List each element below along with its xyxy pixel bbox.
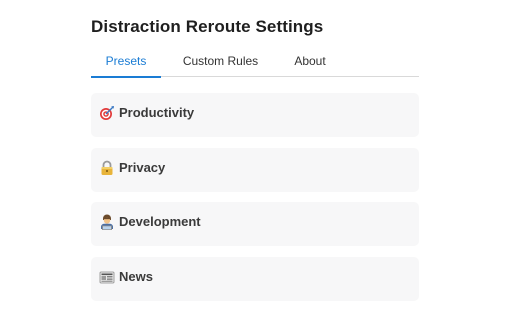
preset-label: News (119, 268, 153, 284)
preset-card-productivity[interactable]: Productivity (91, 93, 419, 137)
tab-custom-rules-label: Custom Rules (182, 54, 259, 68)
tab-presets-label: Presets (105, 54, 147, 68)
settings-panel: Distraction Reroute Settings Presets Cus… (91, 0, 419, 311)
technologist-icon (99, 214, 115, 230)
preset-card-development[interactable]: Development (91, 202, 419, 246)
tab-presets[interactable]: Presets (91, 54, 161, 78)
preset-label: Development (119, 214, 201, 229)
preset-card-privacy[interactable]: Privacy (91, 147, 419, 192)
page-title: Distraction Reroute Settings (91, 17, 324, 36)
tab-bar: Presets Custom Rules About (91, 54, 419, 78)
preset-label: Privacy (119, 159, 166, 175)
preset-card-news[interactable]: News (91, 256, 419, 301)
tab-about[interactable]: About (280, 54, 340, 76)
lock-icon (99, 160, 115, 176)
preset-label: Productivity (119, 105, 195, 120)
newspaper-icon (99, 269, 115, 285)
preset-list: Productivity Privacy Development News (91, 93, 419, 301)
tab-about-label: About (294, 54, 326, 68)
tab-custom-rules[interactable]: Custom Rules (161, 54, 280, 76)
target-icon (99, 105, 115, 121)
